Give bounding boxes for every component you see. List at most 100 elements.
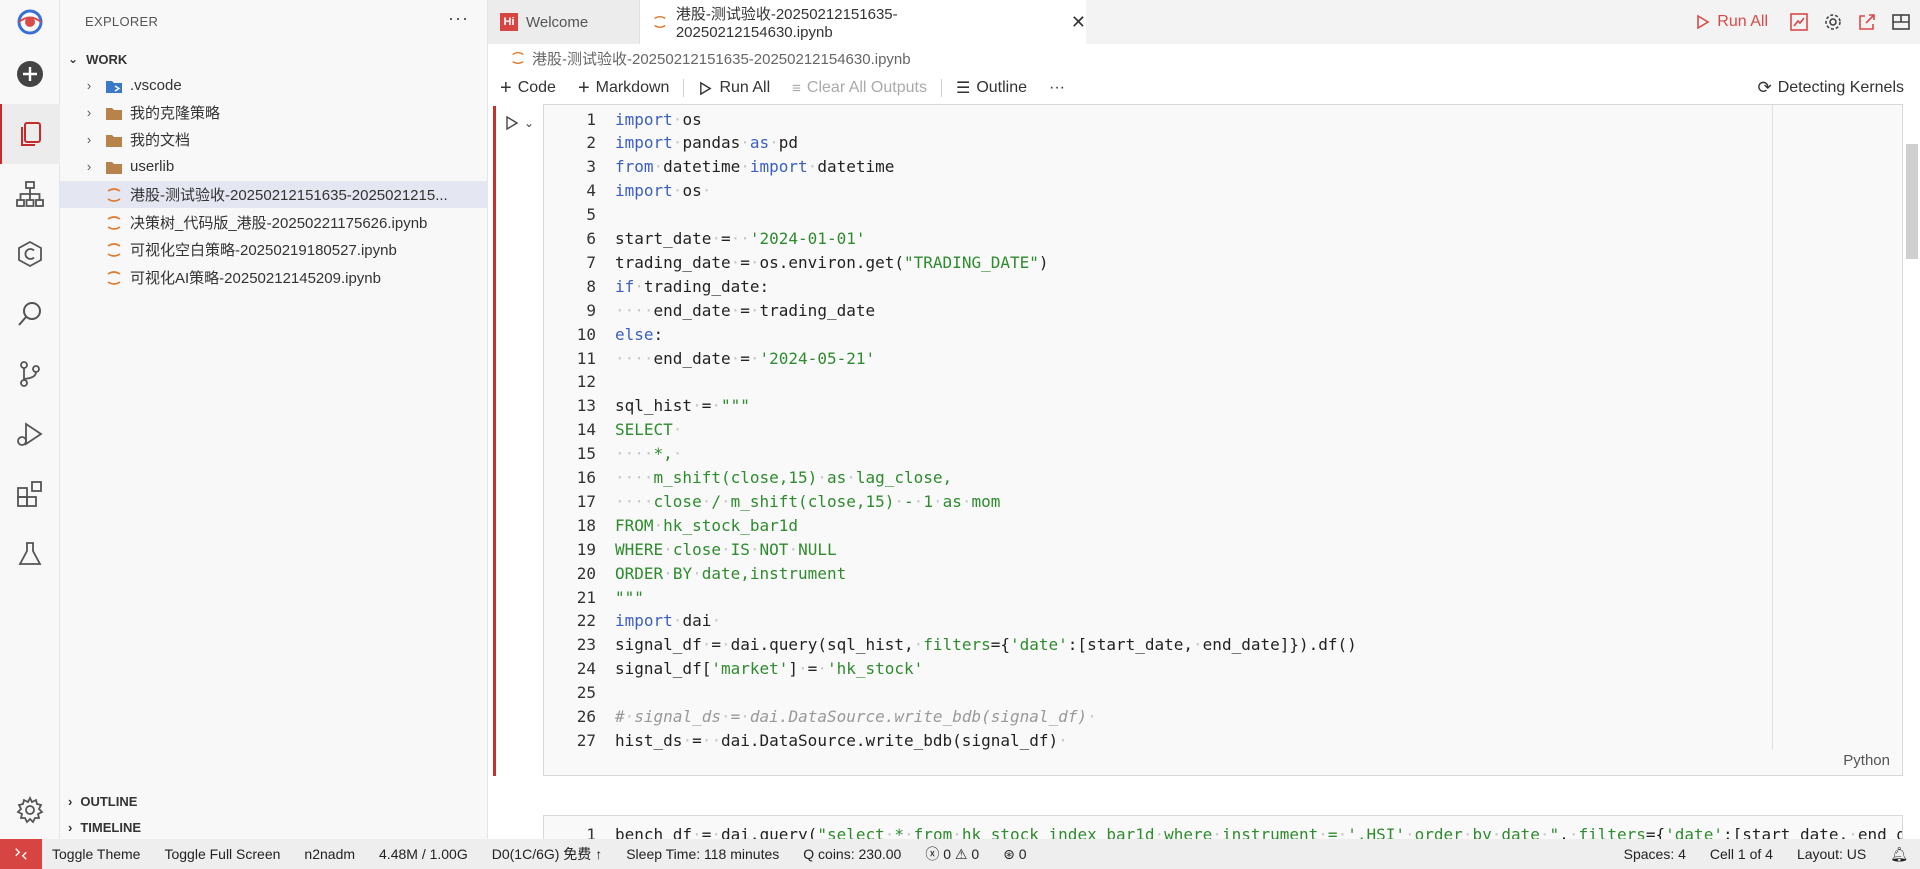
code-line: 12 bbox=[544, 370, 615, 394]
tab-welcome[interactable]: Hi Welcome bbox=[488, 0, 640, 44]
chevron-right-icon: › bbox=[86, 159, 92, 174]
line-number: 24 bbox=[576, 659, 596, 679]
outline-section[interactable]: › OUTLINE bbox=[68, 790, 137, 812]
code-text: ····close·/·m_shift(close,15)·-·1·as·mom bbox=[615, 491, 1001, 511]
notifications-bell-icon[interactable]: 🔔︎ bbox=[1890, 846, 1908, 863]
active-cell-marker bbox=[493, 106, 496, 776]
tab-notebook[interactable]: 港股-测试验收-20250212151635-20250212154630.ip… bbox=[640, 0, 1086, 44]
folder-icon bbox=[106, 134, 122, 147]
line-number: 3 bbox=[586, 157, 596, 177]
tree-item-folder[interactable]: › 我的克隆策略 bbox=[60, 99, 488, 126]
line-number: 19 bbox=[576, 539, 596, 559]
timeline-section[interactable]: › TIMELINE bbox=[68, 816, 141, 838]
code-cell[interactable]: 1 import·os 2 import·pandas·as·pd 3 from·date… bbox=[543, 104, 1903, 776]
editor-scrollbar-thumb[interactable] bbox=[1906, 144, 1918, 259]
indentation-status[interactable]: Spaces: 4 bbox=[1624, 846, 1686, 862]
add-code-cell-button[interactable]: + Code bbox=[500, 77, 556, 100]
toolbar-more-button[interactable]: ··· bbox=[1049, 79, 1065, 97]
chevron-down-icon[interactable]: ⌄ bbox=[524, 115, 534, 131]
run-all-top-button[interactable]: Run All bbox=[1695, 13, 1768, 31]
chart-icon[interactable] bbox=[1790, 13, 1808, 31]
code-text: WHERE·close·IS·NOT·NULL bbox=[615, 539, 837, 559]
outline-button[interactable]: ☰ Outline bbox=[956, 78, 1027, 98]
line-number: 4 bbox=[586, 181, 596, 201]
code-text: trading_date·=·os.environ.get("TRADING_D… bbox=[615, 252, 1049, 272]
tree-item-folder[interactable]: › 我的文档 bbox=[60, 126, 488, 153]
toggle-theme-button[interactable]: Toggle Theme bbox=[52, 846, 140, 862]
code-line: 10 else: bbox=[544, 322, 663, 346]
explorer-icon[interactable] bbox=[0, 104, 60, 164]
kernel-picker[interactable]: ⟳ Detecting Kernels bbox=[1757, 78, 1904, 98]
source-control-icon[interactable] bbox=[0, 344, 60, 404]
code-text: else: bbox=[615, 324, 664, 344]
share-icon[interactable] bbox=[1858, 13, 1876, 31]
split-layout-icon[interactable] bbox=[1892, 13, 1910, 31]
code-line: 25 bbox=[544, 681, 615, 705]
breadcrumb[interactable]: 港股-测试验收-20250212151635-20250212154630.ip… bbox=[510, 46, 911, 70]
line-number: 20 bbox=[576, 563, 596, 583]
tree-item-vscode[interactable]: › .vscode bbox=[60, 72, 488, 99]
workspace-header[interactable]: ⌄ WORK bbox=[68, 48, 127, 70]
memory-usage[interactable]: 4.48M / 1.00G bbox=[379, 846, 468, 862]
code-line: 1 import·os bbox=[544, 107, 702, 131]
notebook-icon bbox=[107, 242, 121, 257]
run-debug-icon[interactable] bbox=[0, 404, 60, 464]
clear-all-outputs-button[interactable]: ≡ Clear All Outputs bbox=[792, 79, 927, 97]
code-line: 22 import·dai· bbox=[544, 609, 721, 633]
code-line: 4 import·os· bbox=[544, 179, 711, 203]
resource-plan[interactable]: D0(1C/6G) 免费 ↑ bbox=[492, 844, 602, 864]
code-line: 3 from·datetime·import·datetime bbox=[544, 155, 894, 179]
explorer-more-button[interactable]: ··· bbox=[448, 8, 469, 29]
structure-icon[interactable] bbox=[0, 164, 60, 224]
testing-flask-icon[interactable] bbox=[0, 524, 60, 584]
code-text: import·os bbox=[615, 109, 702, 129]
tree-item-notebook[interactable]: 港股-测试验收-20250212151635-2025021215... bbox=[60, 181, 488, 208]
app-window: EXPLORER ··· ⌄ WORK › .vscode › 我的克隆策略 ›… bbox=[0, 0, 1920, 869]
toolbar-divider bbox=[683, 79, 685, 97]
folder-icon bbox=[106, 107, 122, 120]
tree-item-notebook[interactable]: 决策树_代码版_港股-20250221175626.ipynb bbox=[60, 209, 488, 236]
run-all-button[interactable]: Run All bbox=[698, 79, 770, 97]
gear-icon[interactable] bbox=[1824, 13, 1842, 31]
line-number: 27 bbox=[576, 730, 596, 750]
cell-position-status[interactable]: Cell 1 of 4 bbox=[1710, 846, 1773, 862]
copyright-icon[interactable] bbox=[0, 224, 60, 284]
notebook-toolbar: + Code + Markdown Run All ≡ Clear All Ou… bbox=[500, 75, 1910, 101]
code-line: 13 sql_hist·=·""" bbox=[544, 394, 750, 418]
cell-run-controls: ⌄ bbox=[504, 115, 534, 131]
code-text: start_date·=··'2024-01-01' bbox=[615, 229, 866, 248]
extensions-icon[interactable] bbox=[0, 464, 60, 524]
tree-item-notebook[interactable]: 可视化AI策略-20250212145209.ipynb bbox=[60, 264, 488, 291]
line-number: 9 bbox=[586, 300, 596, 320]
code-line: 19 WHERE·close·IS·NOT·NULL bbox=[544, 537, 837, 561]
sleep-time[interactable]: Sleep Time: 118 minutes bbox=[626, 846, 779, 862]
tree-item-notebook[interactable]: 可视化空白策略-20250219180527.ipynb bbox=[60, 236, 488, 263]
line-number: 10 bbox=[576, 324, 596, 344]
hi-icon: Hi bbox=[500, 13, 518, 31]
tree-item-userlib[interactable]: › userlib bbox=[60, 153, 488, 180]
refresh-icon: ⟳ bbox=[1757, 78, 1772, 97]
new-item-icon[interactable] bbox=[0, 44, 60, 104]
code-line: 6 start_date·=··'2024-01-01' bbox=[544, 227, 865, 251]
close-tab-icon[interactable]: ✕ bbox=[1071, 12, 1086, 33]
code-text: if·trading_date: bbox=[615, 276, 770, 296]
add-markdown-cell-button[interactable]: + Markdown bbox=[578, 77, 670, 100]
coins-balance[interactable]: Q coins: 230.00 bbox=[803, 846, 901, 862]
settings-gear-icon[interactable] bbox=[0, 780, 60, 840]
line-number: 26 bbox=[576, 707, 596, 726]
cell-language[interactable]: Python bbox=[1843, 752, 1890, 769]
run-cell-icon[interactable] bbox=[504, 115, 520, 131]
line-number: 14 bbox=[576, 420, 596, 440]
remote-icon[interactable] bbox=[0, 839, 42, 869]
toggle-fullscreen-button[interactable]: Toggle Full Screen bbox=[164, 846, 280, 862]
code-editor[interactable]: 1 import·os 2 import·pandas·as·pd 3 from·date… bbox=[544, 105, 1772, 750]
line-number: 5 bbox=[586, 205, 596, 225]
chevron-right-icon: › bbox=[86, 132, 92, 147]
notebook-icon bbox=[107, 187, 121, 202]
keyboard-layout-status[interactable]: Layout: US bbox=[1797, 846, 1866, 862]
ports-indicator[interactable]: ⊛ 0 bbox=[1003, 846, 1026, 863]
status-bar: Toggle Theme Toggle Full Screen n2nadm 4… bbox=[0, 839, 1920, 869]
user-name[interactable]: n2nadm bbox=[304, 846, 355, 862]
search-icon[interactable] bbox=[0, 284, 60, 344]
problems-indicator[interactable]: ⓧ 0 ⚠ 0 bbox=[925, 844, 979, 864]
